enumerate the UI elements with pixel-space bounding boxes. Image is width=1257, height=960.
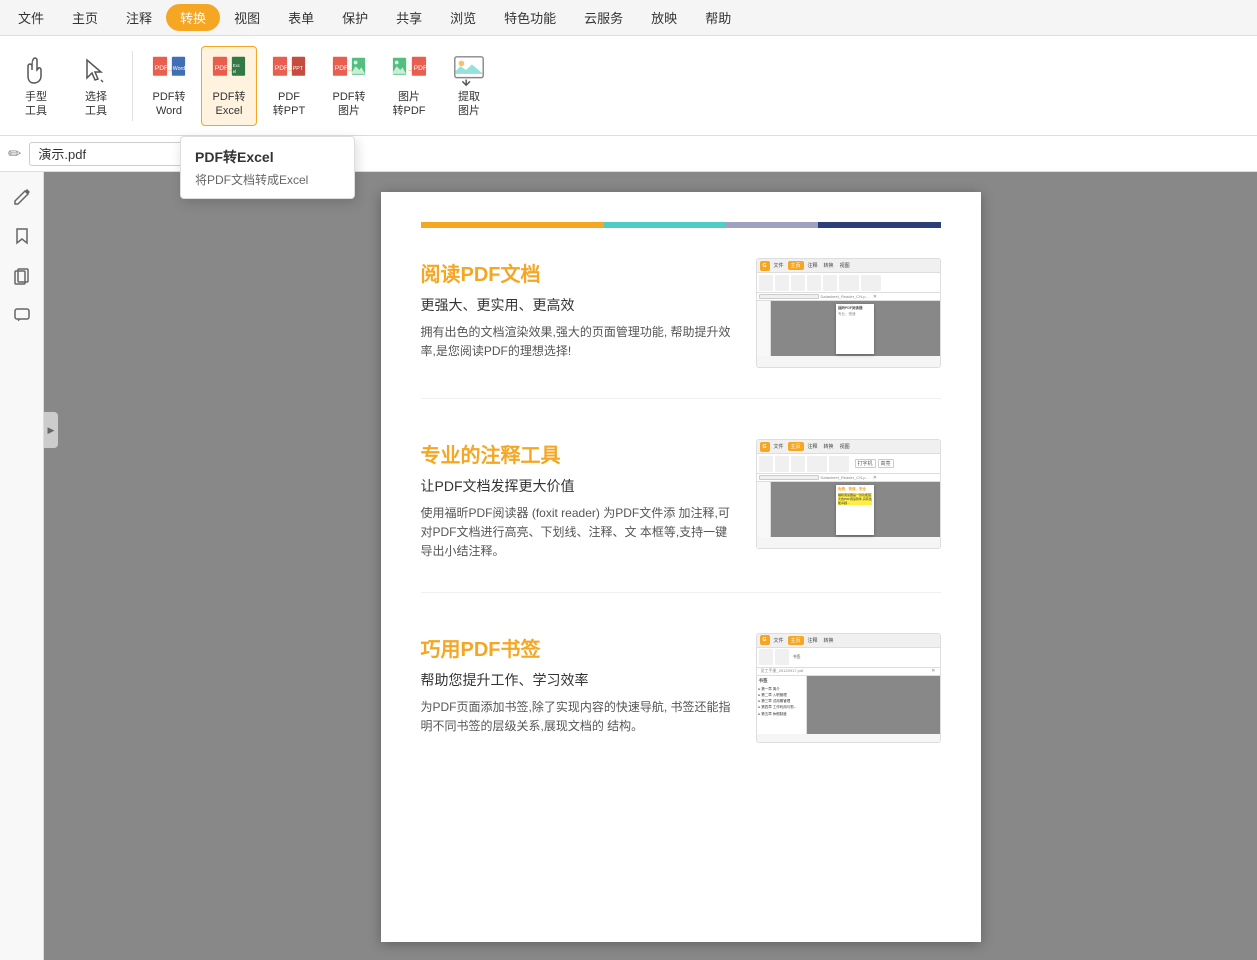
menu-slideshow[interactable]: 放映 (637, 4, 691, 31)
svg-text:Exc: Exc (233, 64, 241, 69)
pdf-to-excel-button[interactable]: PDF → Exc el PDF转Excel (201, 46, 257, 126)
pdf-to-word-icon: PDF → Word (151, 53, 187, 89)
sidebar-edit-icon[interactable] (6, 180, 38, 212)
svg-text:PDF: PDF (414, 65, 427, 72)
section1-title: 阅读PDF文档 (421, 258, 736, 287)
toolbar-separator-1 (132, 51, 133, 121)
pdf-section-read: 阅读PDF文档 更强大、更实用、更高效 拥有出色的文档渲染效果,强大的页面管理功… (421, 258, 941, 399)
pdf-to-word-button[interactable]: PDF → Word PDF转Word (141, 46, 197, 126)
menu-features[interactable]: 特色功能 (490, 4, 570, 31)
section2-subtitle: 让PDF文档发挥更大价值 (421, 476, 736, 496)
menu-form[interactable]: 表单 (274, 4, 328, 31)
content-area: 阅读PDF文档 更强大、更实用、更高效 拥有出色的文档渲染效果,强大的页面管理功… (44, 172, 1257, 960)
color-bar-navy (818, 222, 940, 228)
svg-text:Word: Word (173, 66, 185, 72)
extract-image-button[interactable]: 提取图片 (441, 46, 497, 126)
pdf-to-ppt-label: PDF转PPT (273, 91, 305, 117)
sidebar-comment-icon[interactable] (6, 300, 38, 332)
select-tool-label: 选择工具 (85, 91, 107, 117)
select-tool-button[interactable]: 选择工具 (68, 46, 124, 126)
pdf-section-bookmark: 巧用PDF书签 帮助您提升工作、学习效率 为PDF页面添加书签,除了实现内容的快… (421, 633, 941, 773)
section1-screenshot: G 文件 主页 注释 转换 视图 (756, 258, 941, 368)
tooltip-desc: 将PDF文档转成Excel (195, 171, 340, 188)
image-to-pdf-button[interactable]: → PDF 图片转PDF (381, 46, 437, 126)
svg-text:el: el (233, 69, 236, 74)
image-to-pdf-icon: → PDF (391, 53, 427, 89)
pdf-to-image-label: PDF转图片 (333, 91, 366, 117)
menu-protect[interactable]: 保护 (328, 4, 382, 31)
pdf-to-image-icon: PDF → (331, 53, 367, 89)
color-bar-orange (421, 222, 605, 228)
pdf-to-ppt-icon: PDF → PPT (271, 53, 307, 89)
pdf-to-excel-label: PDF转Excel (213, 91, 246, 117)
color-bar-teal (604, 222, 726, 228)
sidebar-bookmark-icon[interactable] (6, 220, 38, 252)
menubar: 文件 主页 注释 转换 视图 表单 保护 共享 浏览 特色功能 云服务 放映 帮… (0, 0, 1257, 36)
tooltip-dropdown: PDF转Excel 将PDF文档转成Excel (180, 136, 355, 199)
pdf-section-bookmark-text: 巧用PDF书签 帮助您提升工作、学习效率 为PDF页面添加书签,除了实现内容的快… (421, 633, 736, 743)
color-bar-purple (726, 222, 818, 228)
menu-home[interactable]: 主页 (58, 4, 112, 31)
extract-image-icon (451, 53, 487, 89)
hand-icon (18, 53, 54, 89)
pdf-section-annotate-text: 专业的注释工具 让PDF文档发挥更大价值 使用福昕PDF阅读器 (foxit r… (421, 439, 736, 562)
cursor-icon (78, 53, 114, 89)
pdf-to-excel-icon: PDF → Exc el (211, 53, 247, 89)
section1-body: 拥有出色的文档渲染效果,强大的页面管理功能, 帮助提升效率,是您阅读PDF的理想… (421, 323, 736, 361)
pdf-to-image-button[interactable]: PDF → PDF转图片 (321, 46, 377, 126)
menu-convert[interactable]: 转换 (166, 4, 220, 31)
svg-text:PPT: PPT (293, 66, 304, 72)
pencil-icon: ✏ (8, 144, 21, 164)
extract-image-label: 提取图片 (458, 91, 480, 117)
tooltip-title: PDF转Excel (195, 147, 340, 167)
menu-share[interactable]: 共享 (382, 4, 436, 31)
color-bar (421, 222, 941, 228)
hand-tool-button[interactable]: 手型工具 (8, 46, 64, 126)
section3-title: 巧用PDF书签 (421, 633, 736, 662)
main-layout: ▶ 阅读PDF文档 更强大、更实用、更高效 拥有出色的文档渲染效果,强大的页面管… (0, 172, 1257, 960)
menu-cloud[interactable]: 云服务 (570, 4, 637, 31)
pdf-page: 阅读PDF文档 更强大、更实用、更高效 拥有出色的文档渲染效果,强大的页面管理功… (381, 192, 981, 942)
menu-file[interactable]: 文件 (4, 4, 58, 31)
hand-tool-label: 手型工具 (25, 91, 47, 117)
pdf-section-read-text: 阅读PDF文档 更强大、更实用、更高效 拥有出色的文档渲染效果,强大的页面管理功… (421, 258, 736, 368)
section2-screenshot: G 文件 主页 注释 转换 视图 (756, 439, 941, 549)
collapse-button[interactable]: ▶ (44, 412, 58, 448)
pdf-section-annotate: 专业的注释工具 让PDF文档发挥更大价值 使用福昕PDF阅读器 (foxit r… (421, 439, 941, 593)
pdf-to-ppt-button[interactable]: PDF → PPT PDF转PPT (261, 46, 317, 126)
section3-screenshot: G 文件 主页 注释 转换 书签 员工手册_20120917.pdf (756, 633, 941, 743)
section3-subtitle: 帮助您提升工作、学习效率 (421, 670, 736, 690)
pdf-to-word-label: PDF转Word (153, 91, 186, 117)
menu-view[interactable]: 视图 (220, 4, 274, 31)
image-to-pdf-label: 图片转PDF (393, 91, 426, 117)
menu-annotate[interactable]: 注释 (112, 4, 166, 31)
menu-help[interactable]: 帮助 (691, 4, 745, 31)
toolbar: 手型工具 选择工具 PDF → Word PDF转Word (0, 36, 1257, 136)
sidebar-pages-icon[interactable] (6, 260, 38, 292)
section3-body: 为PDF页面添加书签,除了实现内容的快速导航, 书签还能指明不同书签的层级关系,… (421, 698, 736, 736)
menu-browse[interactable]: 浏览 (436, 4, 490, 31)
section2-title: 专业的注释工具 (421, 439, 736, 468)
section1-subtitle: 更强大、更实用、更高效 (421, 295, 736, 315)
left-sidebar (0, 172, 44, 960)
section2-body: 使用福昕PDF阅读器 (foxit reader) 为PDF文件添 加注释,可对… (421, 504, 736, 562)
